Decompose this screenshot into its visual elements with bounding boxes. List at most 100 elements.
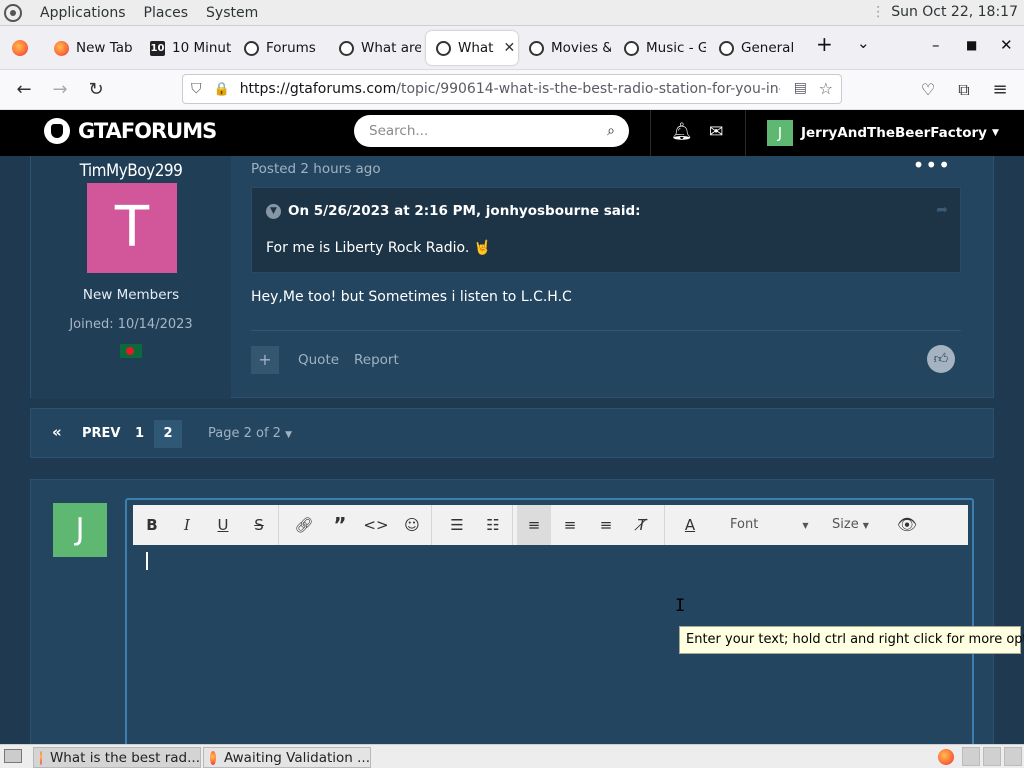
align-right-icon[interactable]: ≡ bbox=[589, 505, 623, 545]
firefox-view-icon[interactable] bbox=[12, 40, 28, 56]
workspace-2[interactable] bbox=[983, 747, 1001, 766]
pocket-icon[interactable]: ♡ bbox=[916, 78, 940, 102]
share-arrow-icon[interactable]: ➦ bbox=[936, 202, 948, 218]
tab-10-minute[interactable]: 10 10 Minut bbox=[140, 31, 232, 65]
gnome-menus: Applications Places System bbox=[4, 3, 276, 22]
ibeam-cursor-icon: I bbox=[675, 596, 686, 616]
bulleted-list-icon[interactable]: ☰ bbox=[440, 505, 474, 545]
remove-format-icon[interactable]: T̸ bbox=[625, 505, 659, 545]
text-color-icon[interactable]: A bbox=[673, 505, 707, 545]
reader-view-icon[interactable]: ▤ bbox=[794, 80, 807, 96]
toolbar-separator bbox=[278, 505, 279, 545]
shield-icon[interactable]: ⛉ bbox=[191, 81, 202, 97]
prev-page-button[interactable]: PREV bbox=[82, 426, 120, 441]
reload-icon[interactable]: ↻ bbox=[84, 78, 108, 102]
url-text[interactable]: https://gtaforums.com/topic/990614-what-… bbox=[240, 81, 780, 97]
emoji-icon[interactable]: ☺ bbox=[395, 505, 429, 545]
underline-icon[interactable]: U bbox=[206, 505, 240, 545]
tab-label: General bbox=[741, 40, 795, 56]
preview-eye-icon[interactable]: 👁︎ bbox=[890, 505, 924, 545]
link-icon[interactable]: 🔗︎ bbox=[287, 505, 321, 545]
caret-down-icon: ▼ bbox=[285, 430, 293, 440]
close-tab-icon[interactable]: ✕ bbox=[503, 40, 515, 56]
workspace-1[interactable] bbox=[962, 747, 980, 766]
quote-icon[interactable]: ” bbox=[323, 505, 357, 545]
gtaforums-logo-icon bbox=[44, 118, 70, 144]
back-arrow-icon[interactable]: ← bbox=[12, 78, 36, 102]
user-menu[interactable]: J JerryAndTheBeerFactory ▼ bbox=[767, 120, 999, 146]
workspace-3[interactable] bbox=[1004, 747, 1022, 766]
search-icon[interactable]: ⌕ bbox=[607, 123, 615, 139]
taskbar-window-item[interactable]: Awaiting Validation ... bbox=[203, 747, 371, 768]
search-placeholder: Search... bbox=[369, 123, 429, 139]
multiquote-plus-button[interactable]: + bbox=[251, 346, 279, 374]
text-caret bbox=[146, 552, 148, 570]
notifications-bell-icon[interactable]: 🔔︎ bbox=[671, 122, 693, 142]
tab-general[interactable]: General bbox=[709, 31, 801, 65]
quote-block: ▼ On 5/26/2023 at 2:16 PM, jonhyosbourne… bbox=[251, 187, 961, 273]
italic-icon[interactable]: I bbox=[170, 505, 204, 545]
tab-strip: New Tab 10 10 Minut Forums What are What ✕… bbox=[0, 26, 1024, 70]
forum-post: TimMyBoy299 T New Members Joined: 10/14/… bbox=[30, 156, 994, 399]
bold-icon[interactable]: B bbox=[135, 505, 169, 545]
new-tab-plus-icon[interactable]: + bbox=[816, 32, 833, 56]
author-name[interactable]: TimMyBoy299 bbox=[31, 161, 231, 181]
pagination: « PREV 1 2 Page 2 of 2 ▼ bbox=[30, 408, 994, 458]
quote-button[interactable]: Quote bbox=[298, 352, 339, 368]
firefox-icon[interactable] bbox=[938, 749, 954, 765]
page-jump-dropdown[interactable]: Page 2 of 2 ▼ bbox=[208, 426, 292, 441]
tab-movies[interactable]: Movies & bbox=[519, 31, 611, 65]
extensions-icon[interactable]: ⧉ bbox=[952, 78, 976, 102]
tab-what-are[interactable]: What are bbox=[329, 31, 421, 65]
align-left-icon[interactable]: ≡ bbox=[517, 505, 551, 545]
lock-icon[interactable]: 🔒 bbox=[214, 82, 230, 97]
caret-down-icon: ▼ bbox=[862, 521, 869, 530]
taskbar-item-label: Awaiting Validation ... bbox=[223, 749, 370, 766]
code-icon[interactable]: <> bbox=[359, 505, 393, 545]
messages-envelope-icon[interactable]: ✉ bbox=[709, 122, 723, 142]
site-search-input[interactable]: Search... ⌕ bbox=[354, 115, 629, 147]
list-all-tabs-chevron-icon[interactable]: ⌄ bbox=[857, 34, 870, 52]
like-thumbs-up-icon[interactable]: 👍︎ bbox=[927, 345, 955, 373]
numbered-list-icon[interactable]: ☷ bbox=[476, 505, 510, 545]
gnome-foot-icon[interactable] bbox=[4, 3, 22, 22]
globe-icon bbox=[529, 40, 544, 56]
applications-menu[interactable]: Applications bbox=[40, 5, 126, 21]
show-desktop-icon[interactable] bbox=[4, 749, 22, 763]
system-menu[interactable]: System bbox=[206, 5, 258, 21]
panel-handle-icon: ⋮ bbox=[871, 4, 886, 20]
maximize-window-icon[interactable]: ■ bbox=[966, 38, 977, 52]
firefox-icon bbox=[210, 750, 216, 765]
minimize-window-icon[interactable]: – bbox=[932, 36, 940, 54]
header-divider bbox=[745, 110, 746, 156]
hamburger-menu-icon[interactable]: ≡ bbox=[988, 78, 1012, 102]
url-bar[interactable]: ⛉ 🔒 https://gtaforums.com/topic/990614-w… bbox=[182, 74, 842, 104]
tab-music[interactable]: Music - G bbox=[614, 31, 706, 65]
tab-new-tab[interactable]: New Tab bbox=[44, 31, 139, 65]
forward-arrow-icon[interactable]: → bbox=[48, 78, 72, 102]
chevron-down-icon[interactable]: ▼ bbox=[266, 203, 281, 219]
more-options-icon[interactable]: ••• bbox=[913, 156, 951, 177]
url-path: /topic/990614-what-is-the-best-radio-sta… bbox=[396, 81, 779, 97]
close-window-icon[interactable]: ✕ bbox=[1000, 36, 1013, 54]
tab-what-active[interactable]: What ✕ bbox=[426, 31, 518, 65]
site-logo[interactable]: GTAFORUMS bbox=[44, 118, 217, 144]
rich-text-editor[interactable]: B I U S 🔗︎ ” <> ☺ ☰ ☷ ≡ ≡ ≡ T̸ A Font ▼ bbox=[125, 498, 974, 744]
quote-header-text: On 5/26/2023 at 2:16 PM, jonhyosbourne s… bbox=[288, 203, 641, 219]
size-dropdown[interactable]: Size ▼ bbox=[832, 505, 869, 545]
first-page-icon[interactable]: « bbox=[52, 423, 62, 441]
tab-forums[interactable]: Forums bbox=[234, 31, 326, 65]
editor-toolbar: B I U S 🔗︎ ” <> ☺ ☰ ☷ ≡ ≡ ≡ T̸ A Font ▼ bbox=[133, 505, 968, 545]
current-page: 2 bbox=[154, 420, 182, 448]
strikethrough-icon[interactable]: S bbox=[242, 505, 276, 545]
page-1-link[interactable]: 1 bbox=[135, 426, 144, 441]
post-timestamp[interactable]: Posted 2 hours ago bbox=[251, 161, 381, 177]
font-dropdown[interactable]: Font ▼ bbox=[730, 505, 808, 545]
author-avatar[interactable]: T bbox=[87, 183, 177, 273]
places-menu[interactable]: Places bbox=[144, 5, 189, 21]
taskbar-window-item[interactable]: What is the best rad... bbox=[33, 747, 201, 768]
report-button[interactable]: Report bbox=[354, 352, 399, 368]
bookmark-star-icon[interactable]: ☆ bbox=[819, 79, 833, 98]
align-center-icon[interactable]: ≡ bbox=[553, 505, 587, 545]
clock[interactable]: ⋮ Sun Oct 22, 18:17 bbox=[871, 4, 1018, 20]
